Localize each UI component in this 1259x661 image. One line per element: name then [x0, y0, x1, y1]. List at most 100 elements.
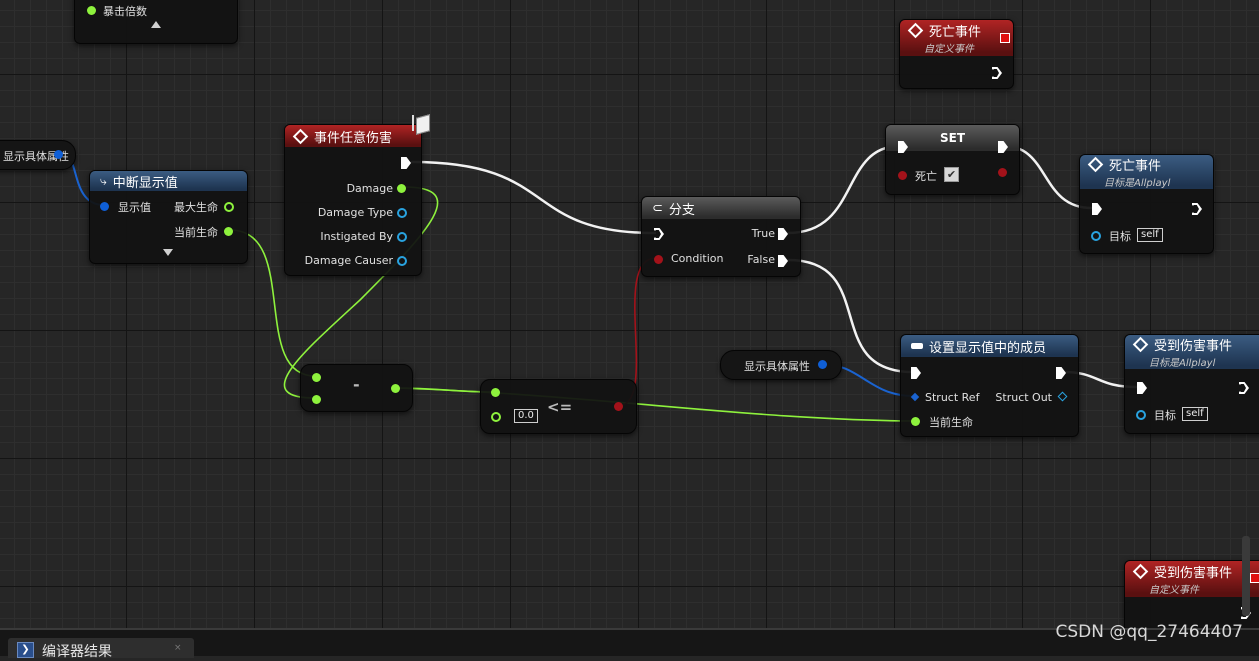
node-subtitle: 目标是Allplayl: [1149, 358, 1216, 369]
pin-label: 显示值: [118, 201, 151, 214]
node-subtitle: 自定义事件: [1149, 585, 1199, 596]
pin-label: Struct Ref: [925, 391, 980, 404]
object-out-pin[interactable]: [397, 232, 407, 242]
collapse-arrow-icon[interactable]: [151, 21, 161, 28]
damage-event-call-node[interactable]: 受到伤害事件 目标是Allplayl 目标 self: [1124, 334, 1259, 434]
object-out-pin[interactable]: [397, 256, 407, 266]
node-title: 死亡事件: [1109, 159, 1162, 174]
delegate-pin[interactable]: [1250, 573, 1259, 583]
branch-icon: ⊂: [652, 200, 663, 216]
node-title: 死亡事件: [929, 25, 982, 40]
less-equal-node[interactable]: 0.0 <=: [480, 379, 637, 434]
pin-label: 暴击倍数: [103, 5, 147, 18]
float-out-pin[interactable]: [224, 202, 234, 212]
set-members-node[interactable]: 设置显示值中的成员 Struct Ref Struct Out 当前生命: [900, 334, 1079, 437]
object-out-pin[interactable]: [397, 208, 407, 218]
wire-exec-true-set: [786, 144, 902, 235]
struct-out-pin[interactable]: [1057, 391, 1068, 402]
float-in-pin[interactable]: [312, 373, 321, 382]
float-in-pin[interactable]: [491, 412, 501, 422]
target-pin[interactable]: [1136, 410, 1146, 420]
wire-layer: [62, 144, 1140, 422]
event-diamond-icon: [1087, 156, 1104, 173]
bool-out-pin[interactable]: [614, 402, 623, 411]
struct-out-pin[interactable]: [818, 360, 827, 369]
pin-label: Damage Type: [317, 206, 393, 219]
set-variable-node[interactable]: SET 死亡 ✔: [885, 124, 1020, 195]
death-event-call-node[interactable]: 死亡事件 目标是Allplayl 目标 self: [1079, 154, 1214, 254]
pin-label: False: [747, 253, 775, 266]
any-damage-event-node[interactable]: 事件任意伤害 Damage Damage Type Instigated By …: [284, 124, 422, 276]
struct-in-pin[interactable]: [100, 202, 109, 211]
exec-out-pin[interactable]: [1192, 203, 1202, 215]
blueprint-graph-canvas[interactable]: 暴击倍数 死亡事件 自定义事件 显示具体属性 ⤷ 中断显示值 显示值 最大生命 当…: [0, 0, 1259, 628]
struct-ref-pin[interactable]: [910, 392, 920, 402]
target-pin[interactable]: [1091, 231, 1101, 241]
float-out-pin[interactable]: [224, 227, 233, 236]
node-title: 分支: [668, 202, 695, 218]
float-pin[interactable]: [87, 6, 96, 15]
wire-exec-event-branch: [410, 160, 657, 235]
checkbox[interactable]: ✔: [944, 167, 959, 182]
exec-in-pin[interactable]: [911, 367, 921, 379]
node-title: 中断显示值: [112, 175, 178, 191]
node-title: 事件任意伤害: [314, 130, 393, 146]
bool-in-pin[interactable]: [898, 171, 907, 180]
close-icon[interactable]: ×: [174, 643, 182, 653]
display-variable-getter-right[interactable]: 显示具体属性: [720, 350, 842, 380]
target-value: self: [1182, 407, 1208, 421]
exec-false-pin[interactable]: [778, 255, 788, 267]
target-value: self: [1137, 228, 1163, 242]
float-in-pin[interactable]: [911, 417, 920, 426]
pin-label: Condition: [671, 252, 724, 265]
pin-label: True: [751, 227, 775, 240]
exec-in-pin[interactable]: [1137, 382, 1147, 394]
damage-custom-event-node[interactable]: 受到伤害事件 自定义事件: [1124, 560, 1259, 628]
bool-in-pin[interactable]: [654, 255, 663, 264]
pin-label: 最大生命: [174, 201, 218, 214]
expand-arrow-icon[interactable]: [163, 249, 173, 256]
subtract-node[interactable]: -: [300, 364, 413, 412]
float-out-pin[interactable]: [391, 384, 400, 393]
exec-out-pin[interactable]: [1239, 382, 1249, 394]
node-title: SET: [939, 131, 966, 145]
compiler-results-tab[interactable]: ❯ 编译器结果 ×: [8, 638, 194, 660]
pin-label: 目标: [1109, 230, 1131, 243]
literal-value-field[interactable]: 0.0: [514, 409, 538, 423]
float-in-pin[interactable]: [312, 395, 321, 404]
node-title: 受到伤害事件: [1154, 566, 1233, 581]
float-in-pin[interactable]: [491, 388, 500, 397]
exec-in-pin[interactable]: [1092, 203, 1102, 215]
pin-label: Damage: [346, 182, 393, 195]
display-variable-getter-left[interactable]: 显示具体属性: [0, 140, 76, 170]
exec-true-pin[interactable]: [778, 228, 788, 240]
exec-out-pin[interactable]: [992, 67, 1002, 79]
variable-label: 显示具体属性: [744, 360, 810, 373]
event-diamond-icon: [1132, 336, 1149, 353]
exec-out-pin[interactable]: [1056, 367, 1066, 379]
event-diamond-icon: [1132, 563, 1149, 580]
break-icon: ⤷: [100, 173, 107, 188]
wire-sub-sethp: [396, 387, 916, 422]
pin-label: 死亡: [915, 170, 937, 183]
pin-label: Instigated By: [320, 230, 393, 243]
node-subtitle: 自定义事件: [924, 44, 974, 55]
float-out-pin[interactable]: [397, 184, 406, 193]
top-stub-node[interactable]: 暴击倍数: [74, 0, 238, 44]
replicated-icon: [412, 113, 430, 135]
struct-out-pin[interactable]: [54, 150, 63, 159]
event-diamond-icon: [292, 128, 309, 144]
event-diamond-icon: [907, 22, 924, 39]
watermark: CSDN @qq_27464407: [1055, 622, 1243, 642]
delegate-pin[interactable]: [1000, 33, 1010, 43]
pin-label: Struct Out: [995, 391, 1052, 404]
break-struct-node[interactable]: ⤷ 中断显示值 显示值 最大生命 当前生命: [89, 170, 248, 264]
exec-out-pin[interactable]: [401, 157, 411, 169]
exec-in-pin[interactable]: [654, 228, 664, 240]
bool-out-pin[interactable]: [998, 168, 1007, 177]
scrollbar[interactable]: [1242, 536, 1250, 616]
compiler-icon: ❯: [17, 642, 34, 658]
branch-node[interactable]: ⊂ 分支 True Condition False: [641, 196, 801, 277]
function-icon: [911, 343, 923, 349]
death-custom-event-node[interactable]: 死亡事件 自定义事件: [899, 19, 1014, 89]
